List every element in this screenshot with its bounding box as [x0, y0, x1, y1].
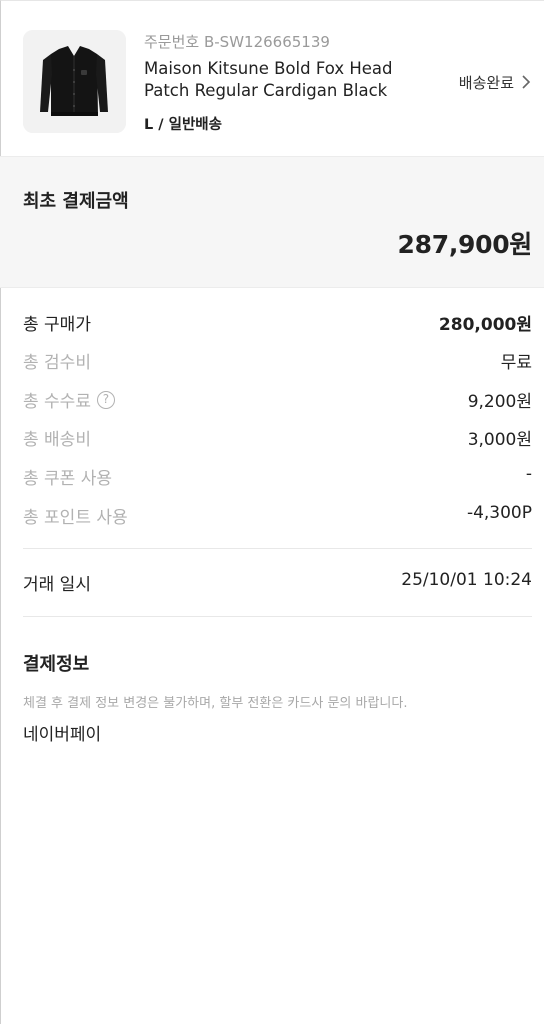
- payment-info-notice: 체결 후 결제 정보 변경은 불가하며, 할부 전환은 카드사 문의 바랍니다.: [23, 696, 408, 711]
- trade-datetime-value: 25/10/01 10:24: [401, 570, 532, 590]
- order-number: 주문번호 B-SW126665139: [144, 33, 330, 51]
- breakdown-label-wrap: 총 수수료 ?: [23, 387, 115, 412]
- breakdown-row-points: 총 포인트 사용 -4,300P: [23, 503, 532, 529]
- initial-payment-label: 최초 결제금액: [23, 191, 129, 212]
- payment-method: 네이버페이: [23, 725, 102, 745]
- product-name: Maison Kitsune Bold Fox Head Patch Regul…: [144, 59, 393, 100]
- initial-payment-section: 최초 결제금액 287,900원: [0, 156, 544, 288]
- initial-payment-amount: 287,900원: [397, 230, 533, 259]
- product-option: L / 일반배송: [144, 117, 222, 133]
- payment-info-title: 결제정보: [23, 654, 90, 675]
- chevron-right-icon[interactable]: [520, 73, 532, 91]
- breakdown-value: 3,000원: [467, 430, 532, 450]
- breakdown-value: 280,000원: [438, 315, 532, 335]
- breakdown-value: -4,300P: [466, 503, 532, 523]
- breakdown-label: 총 수수료: [23, 392, 91, 412]
- divider: [23, 548, 532, 549]
- trade-datetime-row: 거래 일시 25/10/01 10:24: [23, 570, 532, 596]
- breakdown-row-shipping-fee: 총 배송비 3,000원: [23, 425, 532, 451]
- divider: [23, 616, 532, 617]
- breakdown-row-inspection-fee: 총 검수비 무료: [23, 348, 532, 374]
- product-thumbnail: [23, 30, 126, 133]
- breakdown-row-purchase-price: 총 구매가 280,000원: [23, 310, 532, 336]
- breakdown-label: 총 쿠폰 사용: [23, 469, 113, 489]
- breakdown-label: 총 포인트 사용: [23, 508, 128, 528]
- order-product-card[interactable]: 주문번호 B-SW126665139 Maison Kitsune Bold F…: [0, 10, 544, 156]
- breakdown-value: 9,200원: [467, 392, 532, 412]
- trade-datetime-label: 거래 일시: [23, 575, 91, 595]
- breakdown-label: 총 구매가: [23, 315, 91, 335]
- help-icon[interactable]: ?: [96, 390, 115, 409]
- breakdown-label: 총 검수비: [23, 353, 91, 373]
- delivery-status[interactable]: 배송완료: [459, 72, 514, 93]
- breakdown-value: -: [525, 464, 532, 484]
- black-cardigan-image: [23, 30, 126, 133]
- breakdown-row-commission: 총 수수료 ? 9,200원: [23, 387, 532, 413]
- breakdown-label: 총 배송비: [23, 430, 91, 450]
- breakdown-row-coupon: 총 쿠폰 사용 -: [23, 464, 532, 490]
- breakdown-value: 무료: [500, 353, 532, 373]
